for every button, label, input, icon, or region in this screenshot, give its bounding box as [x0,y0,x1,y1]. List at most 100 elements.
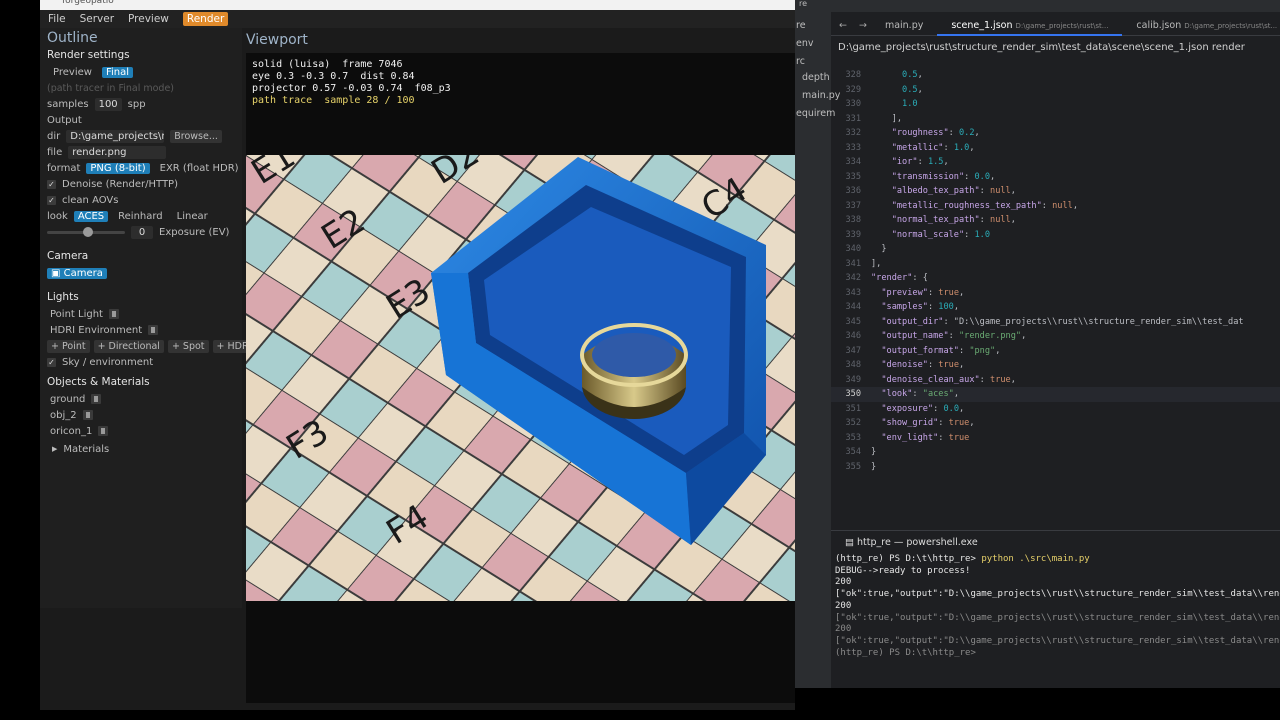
editor-project-title: re [799,0,808,8]
arrow-left-icon[interactable]: ← [831,20,855,31]
terminal-200-line-2: 200 [835,600,852,611]
code-line[interactable]: 334 "ior": 1.5, [831,155,1280,170]
exposure-slider[interactable] [47,226,125,237]
code-text: } [871,447,877,457]
add-point-button[interactable]: + Point [47,339,90,353]
code-line[interactable]: 348 "denoise": true, [831,358,1280,373]
code-text: "denoise_clean_aux": true, [881,374,1016,385]
code-line[interactable]: 343 "preview": true, [831,286,1280,301]
viewport[interactable]: solid (luisa) frame 7046 eye 0.3 -0.3 0.7… [246,53,795,703]
code-line[interactable]: 349 "denoise_clean_aux": true, [831,373,1280,388]
delete-ground-icon[interactable] [91,394,102,404]
code-line[interactable]: 332 "roughness": 0.2, [831,126,1280,141]
mode-final-toggle[interactable]: Final [101,66,133,78]
code-line[interactable]: 337 "metallic_roughness_tex_path": null, [831,199,1280,214]
browse-button[interactable]: Browse... [170,129,222,143]
format-exr-option[interactable]: EXR (float HDR) [156,163,243,174]
code-line[interactable]: 329 0.5, [831,83,1280,98]
format-png-option[interactable]: PNG (8-bit) [86,162,150,174]
code-line[interactable]: 336 "albedo_tex_path": null, [831,184,1280,199]
code-line[interactable]: 352 "show_grid": true, [831,416,1280,431]
code-area[interactable]: 328 0.5, 329 0.5, 330 1.0 331 ], 332 "roughn… [831,68,1280,528]
code-line[interactable]: 330 1.0 [831,97,1280,112]
code-line[interactable]: 333 "metallic": 1.0, [831,141,1280,156]
denoise-label: Denoise (Render/HTTP) [62,178,178,190]
arrow-right-icon[interactable]: → [855,20,871,31]
line-number: 354 [845,447,861,457]
code-line[interactable]: 353 "env_light": true [831,431,1280,446]
tab-scene-1-json[interactable]: scene_1.json D:\game_projects\rust\st... [937,16,1123,36]
code-line[interactable]: 340 } [831,242,1280,257]
menu-file[interactable]: File [48,13,66,25]
triangle-right-icon[interactable]: ▶ [52,445,57,453]
code-line[interactable]: 339 "normal_scale": 1.0 [831,228,1280,243]
code-line[interactable]: 351 "exposure": 0.0, [831,402,1280,417]
code-line[interactable]: 345 "output_dir": "D:\\game_projects\\ru… [831,315,1280,330]
code-line[interactable]: 346 "output_name": "render.png", [831,329,1280,344]
terminal-tab[interactable]: ▤ http_re — powershell.exe [845,537,978,548]
dir-input[interactable]: D:\game_projects\rust\ [66,129,165,143]
file-input[interactable]: render.png [68,145,167,159]
render-image: E1 E2 E3 E4 D2 C4 F3 F4 [246,155,795,601]
tree-item[interactable]: equirem [796,108,835,119]
look-aces-option[interactable]: ACES [73,210,109,222]
outline-panel: Outline Render settings Preview Final (p… [40,28,256,608]
delete-oricon-icon[interactable] [98,426,109,436]
code-text: ], [871,113,903,124]
light-item-point[interactable]: Point Light [50,309,103,320]
code-line[interactable]: 341], [831,257,1280,272]
code-text: "samples": 100, [881,302,960,312]
menu-server[interactable]: Server [80,13,114,25]
outline-title: Outline [47,30,98,46]
terminal-panel[interactable]: ▤ http_re — powershell.exe (http_re) PS … [831,530,1280,688]
code-line[interactable]: 344 "samples": 100, [831,300,1280,315]
tree-item[interactable]: depth [802,72,830,83]
object-item-oricon[interactable]: oricon_1 [50,426,92,437]
clean-aovs-checkbox[interactable]: ✓ [47,195,56,205]
samples-input[interactable]: 100 [94,97,122,111]
materials-tree-item[interactable]: Materials [63,444,109,455]
code-line[interactable]: 347 "output_format": "png", [831,344,1280,359]
code-text: "render": { [871,273,928,283]
code-line[interactable]: 355} [831,460,1280,475]
object-item-ground[interactable]: ground [50,394,85,405]
delete-obj2-icon[interactable] [82,410,93,420]
light-item-hdri[interactable]: HDRI Environment [50,325,142,336]
code-line[interactable]: 331 ], [831,112,1280,127]
exposure-slider-knob[interactable] [83,226,93,237]
denoise-checkbox[interactable]: ✓ [47,179,56,189]
exposure-input[interactable]: 0 [131,225,153,239]
menu-preview[interactable]: Preview [128,13,169,25]
tab-main-py[interactable]: main.py [871,16,937,36]
delete-hdri-icon[interactable] [148,325,159,335]
tree-item[interactable]: re [796,20,806,31]
look-reinhard-option[interactable]: Reinhard [114,211,167,222]
code-line[interactable]: 328 0.5, [831,68,1280,83]
code-line[interactable]: 350 "look": "aces", [831,387,1280,402]
mode-preview-toggle[interactable]: Preview [49,67,96,78]
hud-line-2: eye 0.3 -0.3 0.7 dist 0.84 [252,71,415,82]
delete-point-light-icon[interactable] [108,309,119,319]
tab-calib-json[interactable]: calib.json D:\game_projects\rust\st... [1122,16,1280,36]
add-spot-button[interactable]: + Spot [167,339,209,353]
tree-item[interactable]: rc [796,56,805,67]
line-number: 346 [845,331,861,341]
tree-item[interactable]: env [796,38,814,49]
line-number: 333 [845,142,861,153]
code-text: 0.5, [902,70,923,80]
code-line[interactable]: 338 "normal_tex_path": null, [831,213,1280,228]
code-line[interactable]: 342 "render": { [831,271,1280,286]
add-directional-button[interactable]: + Directional [93,339,164,353]
sky-checkbox[interactable]: ✓ [47,357,56,367]
camera-item[interactable]: ▣ Camera [47,267,107,279]
menu-render-button[interactable]: Render [182,12,229,26]
viewport-title: Viewport [246,32,308,48]
object-item-obj2[interactable]: obj_2 [50,410,77,421]
format-label: format [47,162,81,174]
code-line[interactable]: 354} [831,445,1280,460]
line-number: 334 [845,157,861,167]
code-text: "look": "aces", [881,389,959,399]
look-linear-option[interactable]: Linear [173,211,212,222]
render-scene: E1 E2 E3 E4 D2 C4 F3 F4 [246,155,795,601]
code-line[interactable]: 335 "transmission": 0.0, [831,170,1280,185]
